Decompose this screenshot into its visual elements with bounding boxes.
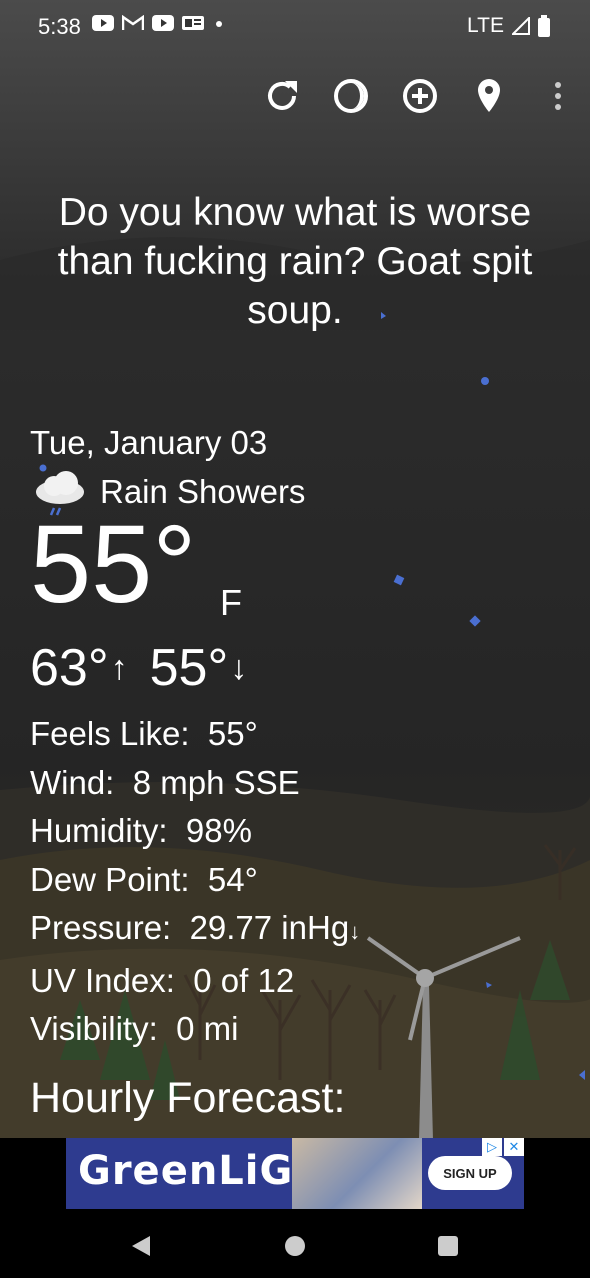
ad-signup-button[interactable]: SIGN UP [428,1156,512,1190]
toolbar [237,72,590,120]
theme-icon[interactable] [327,72,375,120]
notification-icons [92,15,226,31]
ad-choices-icon[interactable]: ▷ [482,1138,502,1156]
stat-dew-point: Dew Point: 54° [30,860,258,898]
dot-icon [216,21,222,27]
youtube-icon [152,15,174,31]
temperature-unit: F [220,582,242,623]
weather-stats: Feels Like: 55° Wind: 8 mph SSE Humidity… [30,710,550,1054]
ad-choices[interactable]: ▷ ✕ [482,1138,524,1156]
stat-uv-index: UV Index: 0 of 12 [30,961,295,999]
stat-wind: Wind: 8 mph SSE [30,763,300,801]
weather-quote: Do you know what is worse than fucking r… [57,191,533,332]
home-icon[interactable] [281,1232,309,1260]
navigation-bar [0,1214,590,1278]
status-time: 5:38 [38,14,81,39]
stat-visibility: Visibility: 0 mi [30,1010,239,1047]
status-right: LTE [467,14,550,38]
stat-humidity: Humidity: 98% [30,812,252,849]
hourly-forecast-title: Hourly Forecast: [30,1074,346,1122]
back-icon[interactable] [128,1232,156,1260]
stat-pressure: Pressure: 29.77 inHg↓ [30,909,361,946]
arrow-down-icon: ↓ [230,649,248,687]
stat-feels-like: Feels Like: 55° [30,715,258,752]
temperature-block: 55° F [30,504,550,632]
more-options-icon[interactable] [534,72,582,120]
arrow-up-icon: ↑ [110,649,128,687]
current-temperature: 55° [30,503,197,626]
high-temperature: 63° [30,639,109,697]
recents-icon[interactable] [434,1232,462,1260]
refresh-icon[interactable] [258,72,306,120]
location-pin-icon[interactable] [465,72,513,120]
add-location-icon[interactable] [396,72,444,120]
youtube-icon [92,15,114,31]
forecast-date: Tue, January 03 [30,424,268,461]
ad-close-icon[interactable]: ✕ [504,1138,524,1156]
ad-banner[interactable]: GreenLiGHT SIGN UP ▷ ✕ [0,1138,590,1214]
network-type: LTE [467,14,504,37]
ad-image [292,1138,422,1209]
current-conditions: Tue, January 03 Rain Showers 55° F 63° ↑… [30,420,550,1054]
status-bar: 5:38 LTE [0,0,590,54]
high-low: 63° ↑ 55° ↓ [30,638,550,698]
battery-icon [538,15,550,37]
pressure-trend-icon: ↓ [349,919,361,944]
signal-icon [512,17,530,35]
low-temperature: 55° [149,639,229,697]
news-icon [182,16,204,30]
ad-content[interactable]: GreenLiGHT SIGN UP ▷ ✕ [66,1138,524,1209]
gmail-icon [122,15,144,30]
